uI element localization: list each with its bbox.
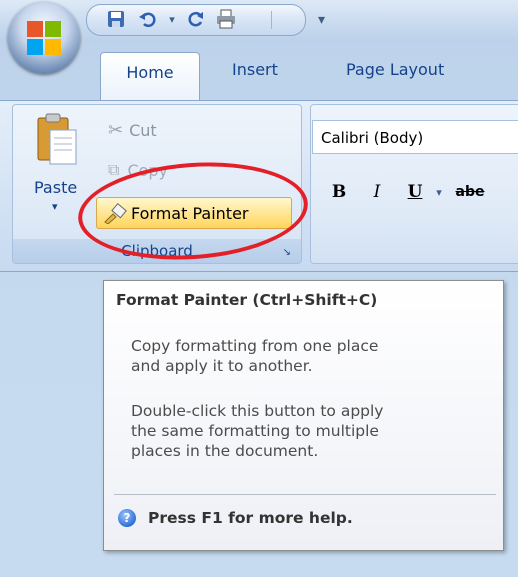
tooltip-title: Format Painter (Ctrl+Shift+C) [116, 291, 378, 309]
copy-icon: ⧉ [108, 160, 120, 179]
qat-separator [271, 11, 272, 29]
print-icon[interactable] [215, 8, 237, 30]
tooltip-line: Copy formatting from one place [131, 337, 379, 355]
clipboard-icon [37, 113, 77, 165]
tooltip-line: Double-click this button to apply [131, 402, 384, 420]
font-name-field[interactable]: Calibri (Body) [312, 120, 518, 154]
paste-dropdown-icon[interactable]: ▾ [52, 200, 58, 213]
save-icon[interactable] [105, 8, 127, 30]
cut-label: Cut [129, 120, 157, 140]
strikethrough-button[interactable]: abe [450, 175, 490, 209]
underline-dropdown-icon[interactable]: ▾ [432, 175, 446, 209]
tooltip-help[interactable]: ? Press F1 for more help. [118, 509, 353, 527]
tooltip-help-label: Press F1 for more help. [148, 509, 353, 527]
office-logo-icon [27, 21, 61, 55]
quick-access-toolbar: ▾ [86, 4, 306, 36]
dialog-launcher-icon[interactable]: ↘ [283, 241, 291, 265]
tooltip-divider [114, 494, 496, 495]
underline-button[interactable]: U [398, 175, 432, 209]
italic-button[interactable]: I [360, 175, 394, 209]
tab-page-layout[interactable]: Page Layout [346, 60, 444, 79]
undo-dropdown-icon[interactable]: ▾ [161, 8, 183, 30]
qat-customize-icon[interactable]: ▾ [318, 12, 325, 28]
office-button[interactable] [8, 2, 80, 74]
tooltip-line: and apply it to another. [131, 357, 313, 375]
tooltip-line: places in the document. [131, 442, 319, 460]
tooltip-line: the same formatting to multiple [131, 422, 379, 440]
scissors-icon: ✂ [108, 119, 124, 141]
undo-icon[interactable] [137, 8, 159, 30]
tab-insert[interactable]: Insert [232, 60, 278, 79]
cut-button[interactable]: ✂ Cut [108, 116, 157, 144]
help-icon: ? [118, 509, 136, 527]
paste-label: Paste [34, 178, 78, 197]
tab-home[interactable]: Home [100, 52, 200, 102]
format-painter-tooltip: Format Painter (Ctrl+Shift+C) Copy forma… [103, 280, 504, 551]
redo-icon[interactable] [185, 8, 207, 30]
bold-button[interactable]: B [322, 175, 356, 209]
